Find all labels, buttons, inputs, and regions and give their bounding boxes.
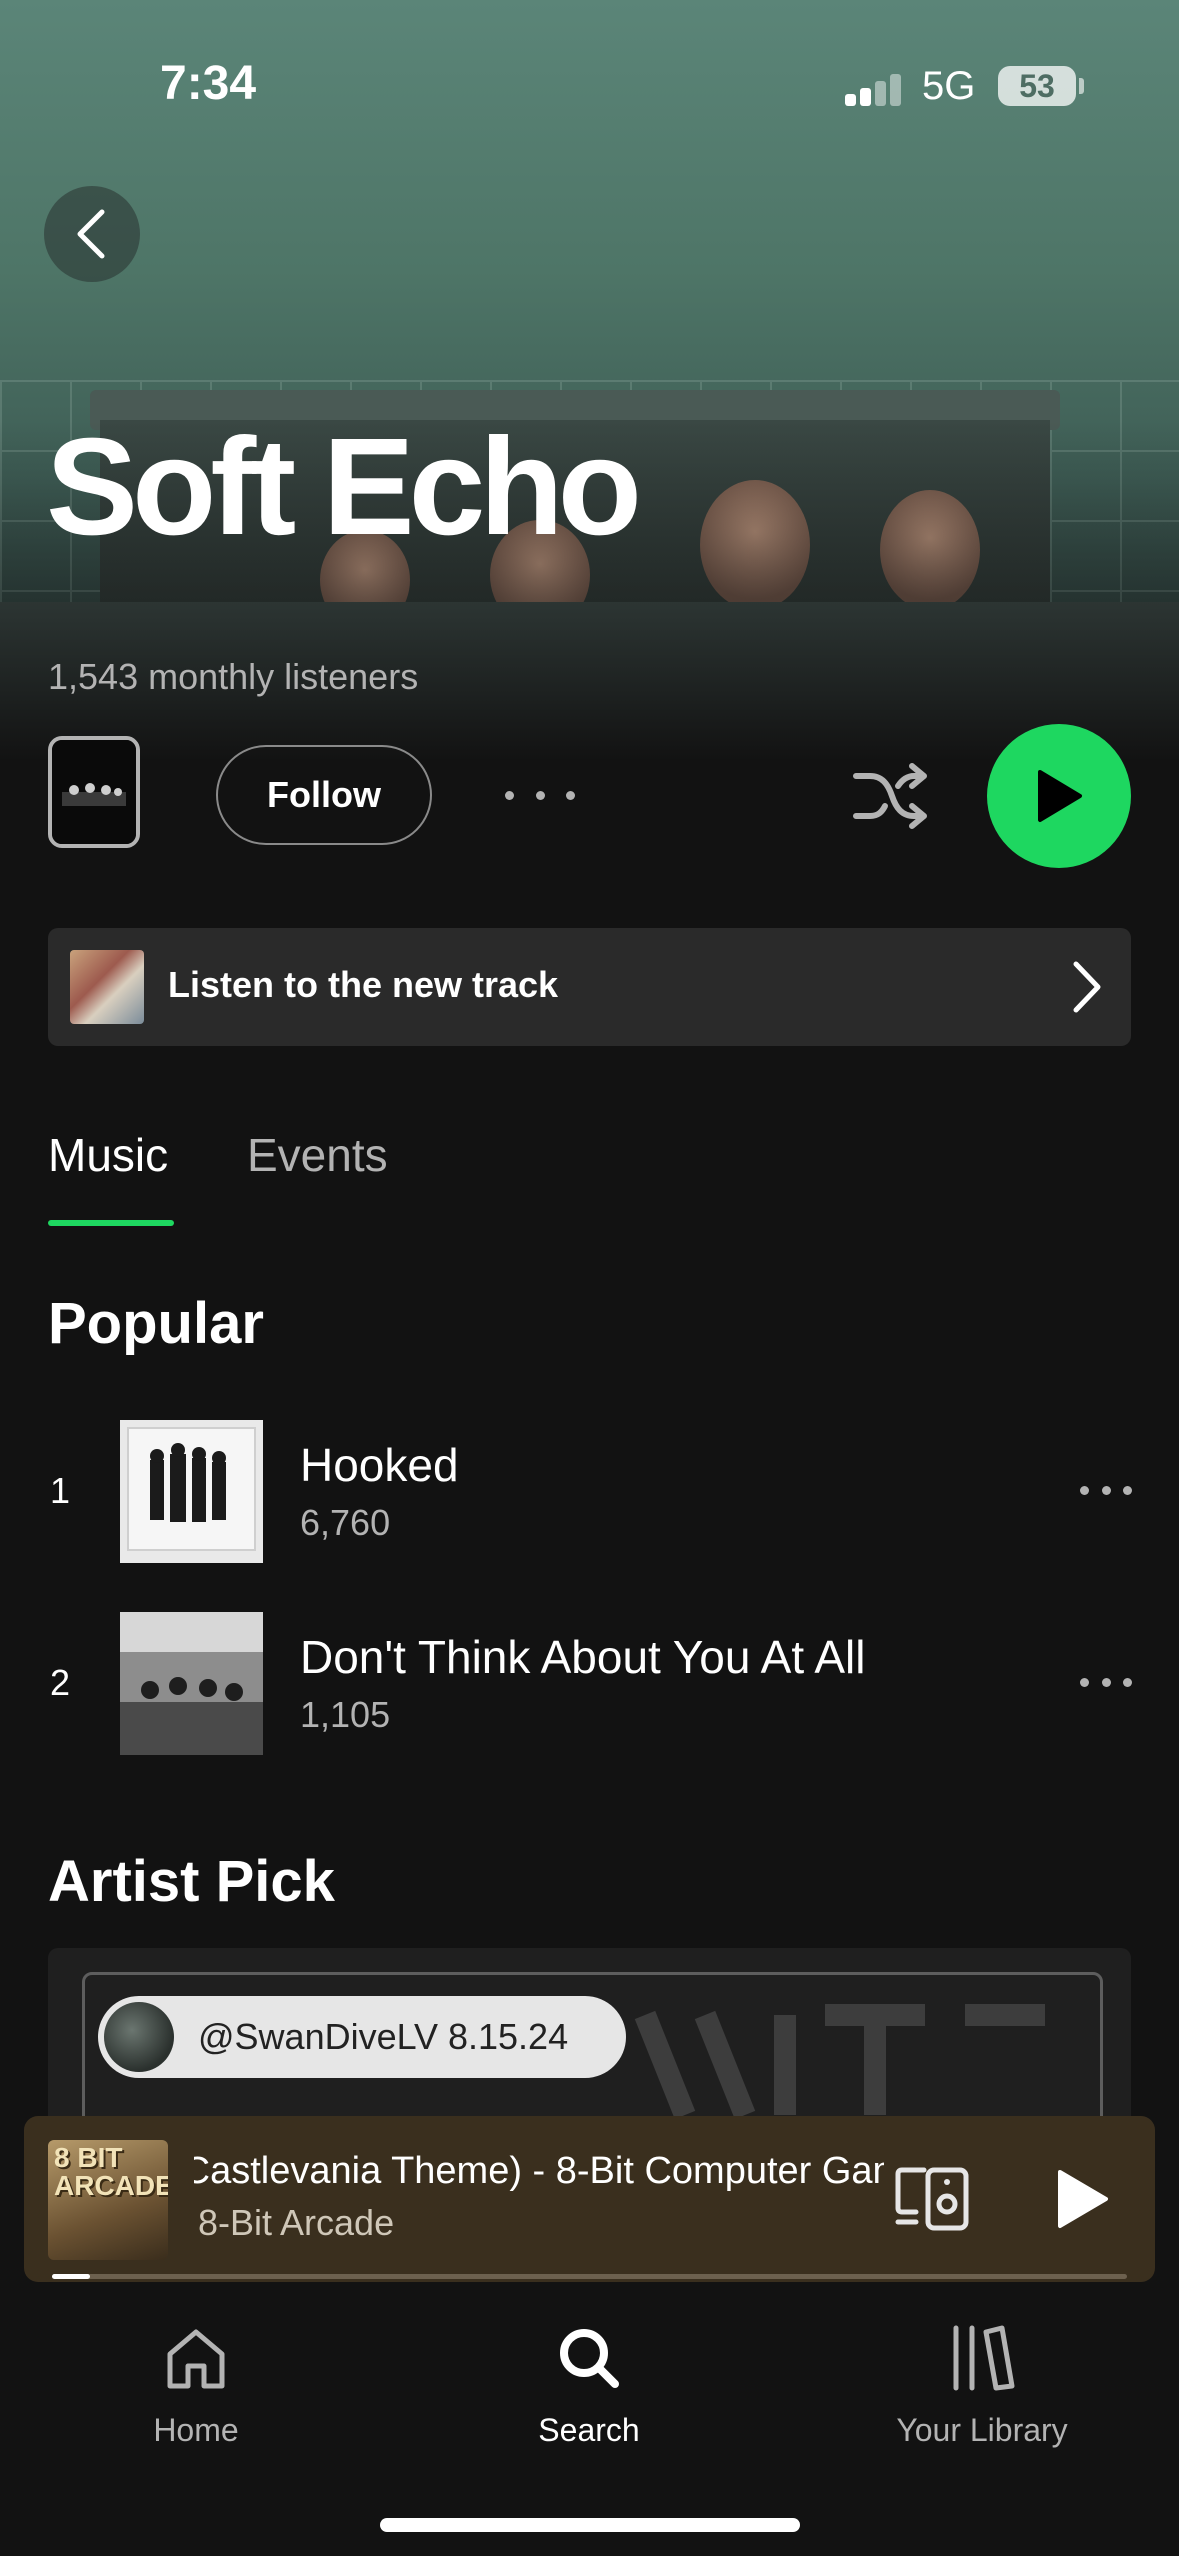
nav-library-label: Your Library xyxy=(896,2412,1068,2448)
nav-library[interactable]: Your Library xyxy=(832,2322,1132,2449)
track-plays: 1,105 xyxy=(300,1694,391,1735)
new-track-label: Listen to the new track xyxy=(168,964,559,1005)
home-indicator xyxy=(380,2518,800,2532)
track-artwork xyxy=(120,1420,263,1563)
track-title: Don't Think About You At All xyxy=(300,1631,866,1683)
search-icon xyxy=(560,2329,619,2388)
more-dot xyxy=(505,790,514,800)
back-button[interactable] xyxy=(44,186,140,282)
artist-pick-avatar xyxy=(104,2002,174,2072)
nav-search-label: Search xyxy=(538,2412,640,2448)
artist-pick-heading: Artist Pick xyxy=(48,1849,335,1914)
track-row[interactable]: 2 Don't Think About You At All 1,105 xyxy=(0,1610,1179,1760)
now-playing-title-text: (Castlevania Theme) - 8-Bit Computer Gam… xyxy=(194,2150,884,2192)
play-button[interactable] xyxy=(987,724,1131,868)
popular-heading: Popular xyxy=(48,1291,264,1356)
artist-name: Soft Echo xyxy=(46,410,642,564)
track-rank: 2 xyxy=(50,1662,71,1703)
chevron-left-icon xyxy=(77,209,105,259)
new-track-banner[interactable]: Listen to the new track xyxy=(48,928,1131,1046)
playback-progress[interactable] xyxy=(52,2274,1127,2279)
new-track-artwork xyxy=(70,950,144,1024)
playback-progress-fill xyxy=(52,2274,90,2279)
thumbnail-image xyxy=(52,740,136,844)
more-dot xyxy=(535,790,545,800)
nav-home-label: Home xyxy=(153,2412,239,2448)
connect-device-icon[interactable] xyxy=(894,2164,970,2234)
now-playing-artwork: 8 BIT ARCADE xyxy=(48,2140,168,2260)
tab-events[interactable]: Events xyxy=(247,1128,388,1182)
cellular-signal-icon xyxy=(845,74,901,106)
artist-video-thumbnail[interactable] xyxy=(48,736,140,848)
track-artwork-image xyxy=(120,1612,263,1755)
more-dot xyxy=(566,790,575,800)
play-icon xyxy=(1038,770,1082,822)
track-row[interactable]: 1 Hooked 6,760 xyxy=(0,1418,1179,1568)
more-options-button[interactable] xyxy=(505,770,575,820)
status-time: 7:34 xyxy=(160,57,257,110)
network-type: 5G xyxy=(922,64,976,108)
now-playing-artwork-text: 8 BIT ARCADE xyxy=(54,2142,168,2201)
chevron-right-icon xyxy=(1073,961,1101,1013)
artist-pick-text: @SwanDiveLV 8.15.24 xyxy=(198,2016,569,2057)
shuffle-button[interactable] xyxy=(852,758,930,834)
track-rank: 1 xyxy=(50,1470,71,1511)
follow-button[interactable]: Follow xyxy=(216,745,432,845)
mini-play-button[interactable] xyxy=(1052,2168,1110,2230)
home-icon xyxy=(167,2329,225,2389)
track-plays: 6,760 xyxy=(300,1502,391,1543)
battery-icon: 53 xyxy=(998,66,1076,106)
active-tab-indicator xyxy=(48,1220,174,1226)
track-artwork-image xyxy=(120,1420,263,1563)
now-playing-title: (Castlevania Theme) - 8-Bit Computer Gam… xyxy=(194,2150,884,2193)
tab-music[interactable]: Music xyxy=(48,1128,168,1182)
library-icon xyxy=(953,2325,1015,2391)
shuffle-icon xyxy=(853,763,927,829)
artist-pick-pill[interactable]: @SwanDiveLV 8.15.24 xyxy=(98,1996,626,2078)
bottom-navigation: Home Search Your Library xyxy=(0,2282,1179,2556)
battery-tip xyxy=(1079,78,1084,94)
now-playing-artist: 8-Bit Arcade xyxy=(198,2202,395,2243)
nav-home[interactable]: Home xyxy=(46,2322,346,2449)
track-more-button[interactable] xyxy=(1080,1486,1132,1500)
track-title: Hooked xyxy=(300,1439,459,1491)
monthly-listeners: 1,543 monthly listeners xyxy=(48,656,419,697)
nav-search[interactable]: Search xyxy=(439,2322,739,2449)
track-artwork xyxy=(120,1612,263,1755)
now-playing-bar[interactable]: 8 BIT ARCADE (Castlevania Theme) - 8-Bit… xyxy=(24,2116,1155,2282)
track-more-button[interactable] xyxy=(1080,1678,1132,1692)
